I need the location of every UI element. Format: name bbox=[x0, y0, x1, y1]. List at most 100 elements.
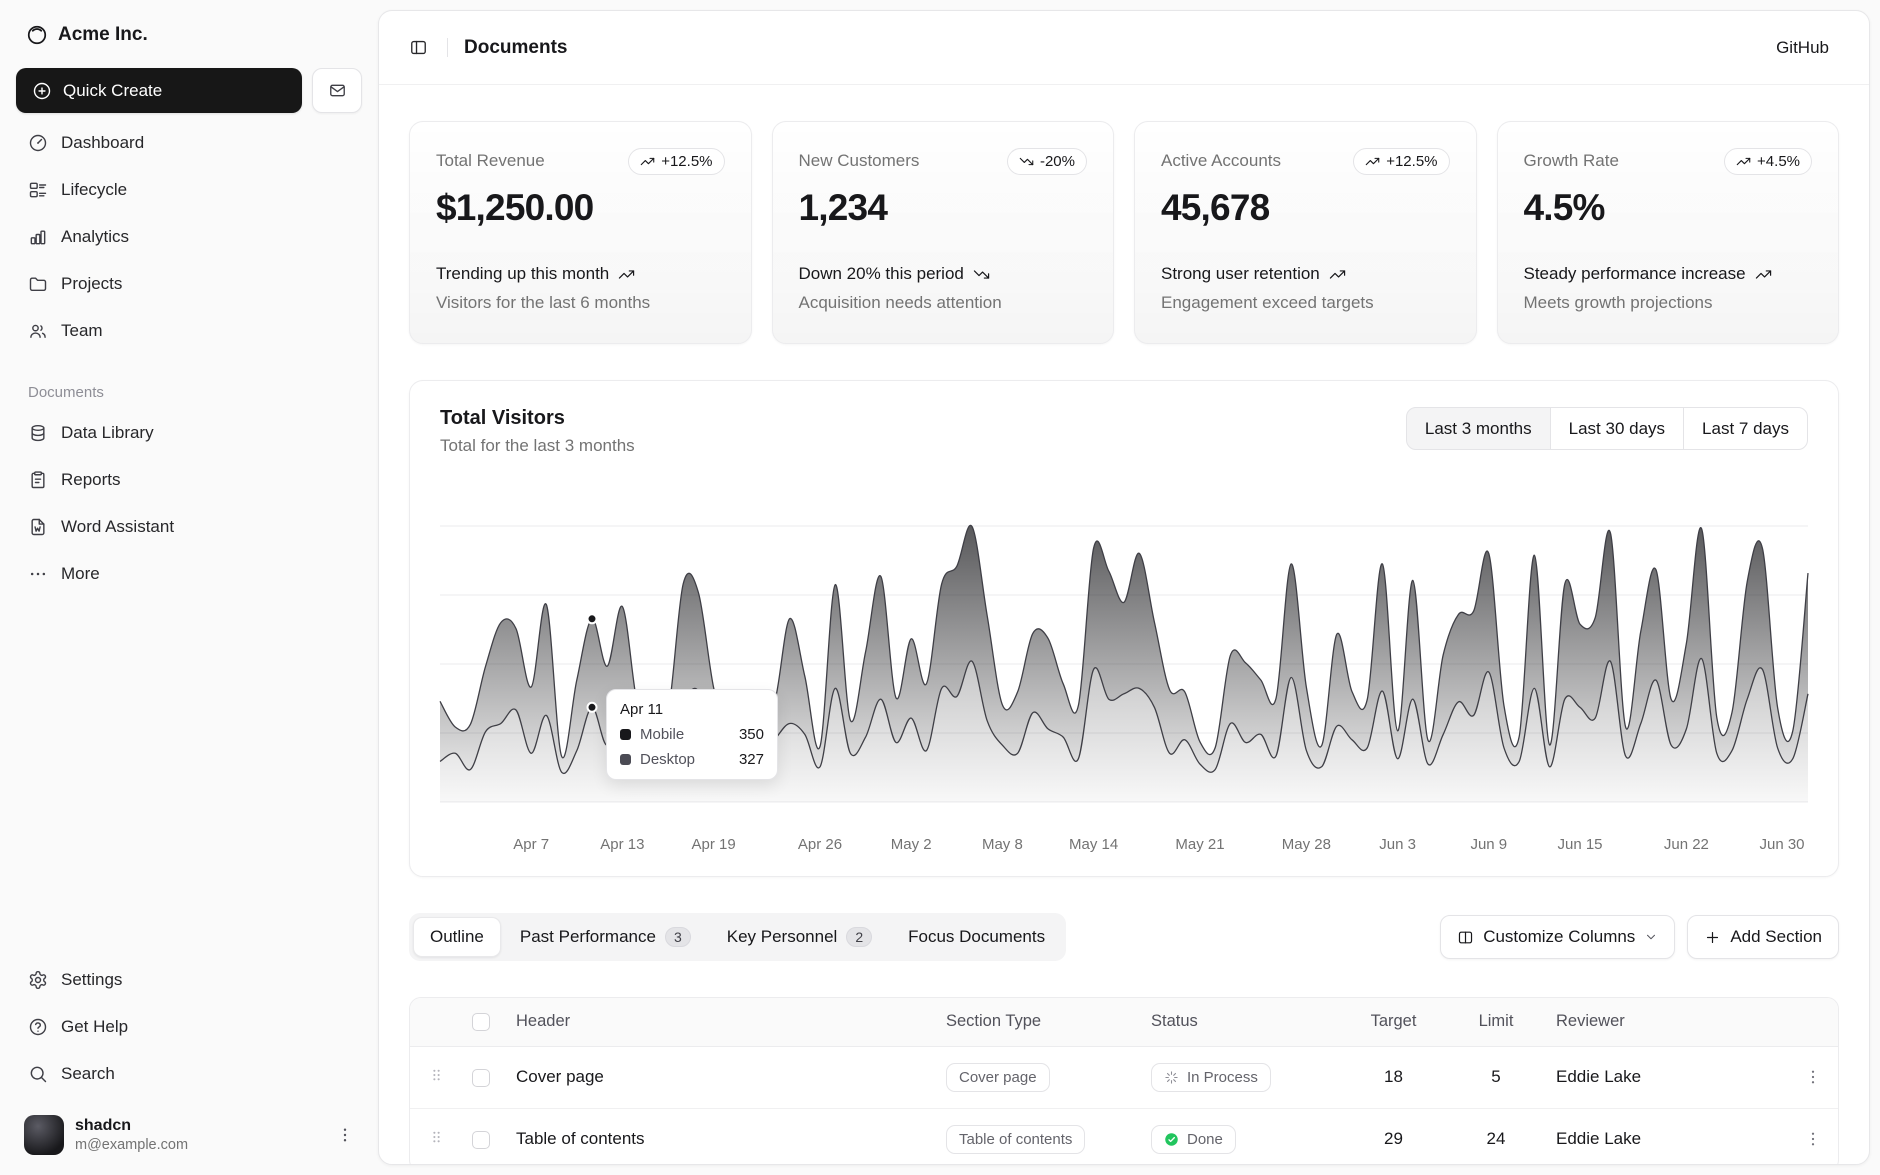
inbox-button[interactable] bbox=[312, 68, 362, 113]
tab-focus-documents[interactable]: Focus Documents bbox=[891, 917, 1062, 957]
stat-footer-title: Down 20% this period bbox=[799, 263, 1088, 285]
stats-grid: Total Revenue +12.5% $1,250.00 Trending … bbox=[409, 121, 1839, 344]
mobile-swatch bbox=[620, 729, 631, 740]
select-all-checkbox[interactable] bbox=[472, 1013, 490, 1031]
user-meta: shadcn m@example.com bbox=[75, 1117, 188, 1153]
visitors-card: Total Visitors Total for the last 3 mont… bbox=[409, 380, 1839, 877]
target-cell[interactable]: 18 bbox=[1341, 1046, 1446, 1108]
quick-create-label: Quick Create bbox=[63, 81, 162, 101]
x-axis-label: Apr 7 bbox=[513, 836, 549, 853]
reviewer-cell[interactable]: Eddie Lake bbox=[1546, 1108, 1786, 1165]
quick-create-row: Quick Create bbox=[16, 68, 362, 113]
sidebar-item-search[interactable]: Search bbox=[16, 1050, 362, 1097]
sidebar-item-dashboard[interactable]: Dashboard bbox=[16, 119, 362, 166]
stat-footer-title: Steady performance increase bbox=[1524, 263, 1813, 285]
panel-left-icon bbox=[409, 38, 428, 57]
range-last-7-days[interactable]: Last 7 days bbox=[1683, 407, 1808, 450]
x-axis-label: May 14 bbox=[1069, 836, 1118, 853]
sidebar-item-more[interactable]: More bbox=[16, 550, 362, 597]
sidebar-item-data-library[interactable]: Data Library bbox=[16, 409, 362, 456]
x-axis-label: Jun 15 bbox=[1557, 836, 1602, 853]
report-icon bbox=[28, 470, 48, 490]
x-axis-label: Jun 9 bbox=[1470, 836, 1507, 853]
x-axis-label: Jun 3 bbox=[1379, 836, 1416, 853]
tab-key-personnel[interactable]: Key Personnel2 bbox=[710, 917, 889, 957]
x-axis-label: Apr 26 bbox=[798, 836, 842, 853]
drag-handle-icon[interactable] bbox=[428, 1127, 445, 1147]
quick-create-button[interactable]: Quick Create bbox=[16, 68, 302, 113]
user-email: m@example.com bbox=[75, 1137, 188, 1153]
column-header: Target bbox=[1341, 998, 1446, 1046]
analytics-icon bbox=[28, 227, 48, 247]
trend-badge: +4.5% bbox=[1724, 148, 1812, 175]
trending-up-icon bbox=[1365, 154, 1380, 169]
folder-icon bbox=[28, 274, 48, 294]
stat-label: New Customers bbox=[799, 148, 920, 171]
sidebar-item-settings[interactable]: Settings bbox=[16, 956, 362, 1003]
trending-up-icon bbox=[1736, 154, 1751, 169]
sidebar-item-analytics[interactable]: Analytics bbox=[16, 213, 362, 260]
stat-card-new-customers: New Customers -20% 1,234 Down 20% this p… bbox=[772, 121, 1115, 344]
content: Total Revenue +12.5% $1,250.00 Trending … bbox=[379, 85, 1869, 1165]
word-file-icon bbox=[28, 517, 48, 537]
main-panel: Documents GitHub Total Revenue +12.5% $1… bbox=[378, 10, 1870, 1165]
stat-card-active-accounts: Active Accounts +12.5% 45,678 Strong use… bbox=[1134, 121, 1477, 344]
row-checkbox[interactable] bbox=[472, 1131, 490, 1149]
visitors-area-chart[interactable]: Apr 11 Mobile 350 Desktop 327 bbox=[440, 486, 1808, 826]
tab-past-performance[interactable]: Past Performance3 bbox=[503, 917, 708, 957]
x-axis-label: Apr 13 bbox=[600, 836, 644, 853]
limit-cell[interactable]: 5 bbox=[1446, 1046, 1546, 1108]
row-checkbox[interactable] bbox=[472, 1069, 490, 1087]
brand-button[interactable]: Acme Inc. bbox=[16, 12, 362, 58]
actions-column-header bbox=[1786, 998, 1838, 1046]
plus-icon bbox=[1704, 929, 1721, 946]
select-column-header bbox=[462, 998, 506, 1046]
range-last-30-days[interactable]: Last 30 days bbox=[1550, 407, 1684, 450]
tooltip-row-mobile: Mobile 350 bbox=[620, 726, 764, 743]
database-icon bbox=[28, 423, 48, 443]
limit-cell[interactable]: 24 bbox=[1446, 1108, 1546, 1165]
stat-footer-sub: Visitors for the last 6 months bbox=[436, 293, 725, 313]
user-menu[interactable]: shadcn m@example.com bbox=[16, 1107, 362, 1163]
x-axis: Apr 7Apr 13Apr 19Apr 26May 2May 8May 14M… bbox=[440, 828, 1808, 858]
brand-name: Acme Inc. bbox=[58, 24, 148, 46]
stat-value: 4.5% bbox=[1524, 187, 1813, 229]
header-cell[interactable]: Cover page bbox=[506, 1046, 936, 1108]
sidebar-item-team[interactable]: Team bbox=[16, 307, 362, 354]
stat-value: 1,234 bbox=[799, 187, 1088, 229]
trending-up-icon bbox=[618, 266, 635, 283]
sidebar: Acme Inc. Quick Create Dashboard Lifecyc… bbox=[0, 0, 378, 1175]
header-divider bbox=[447, 38, 448, 57]
sidebar-item-word-assistant[interactable]: Word Assistant bbox=[16, 503, 362, 550]
table-row: Table of contents Table of contents Done… bbox=[410, 1108, 1838, 1165]
tab-outline[interactable]: Outline bbox=[413, 917, 501, 957]
sidebar-item-get-help[interactable]: Get Help bbox=[16, 1003, 362, 1050]
drag-handle-icon[interactable] bbox=[428, 1065, 445, 1085]
range-last-3-months[interactable]: Last 3 months bbox=[1406, 407, 1551, 450]
status-badge: Done bbox=[1151, 1125, 1236, 1154]
table-toolbar: Outline Past Performance3 Key Personnel2… bbox=[409, 913, 1839, 961]
trending-down-icon bbox=[973, 266, 990, 283]
sidebar-item-lifecycle[interactable]: Lifecycle bbox=[16, 166, 362, 213]
x-axis-label: May 28 bbox=[1282, 836, 1331, 853]
columns-icon bbox=[1457, 929, 1474, 946]
sidebar-item-projects[interactable]: Projects bbox=[16, 260, 362, 307]
dots-vertical-icon bbox=[336, 1126, 354, 1144]
row-actions-button[interactable] bbox=[1796, 1060, 1830, 1094]
loader-icon bbox=[1164, 1070, 1179, 1085]
github-link[interactable]: GitHub bbox=[1764, 30, 1841, 66]
reviewer-cell[interactable]: Eddie Lake bbox=[1546, 1046, 1786, 1108]
customize-columns-button[interactable]: Customize Columns bbox=[1440, 915, 1675, 959]
stat-label: Growth Rate bbox=[1524, 148, 1619, 171]
stat-label: Total Revenue bbox=[436, 148, 545, 171]
header-cell[interactable]: Table of contents bbox=[506, 1108, 936, 1165]
row-actions-button[interactable] bbox=[1796, 1122, 1830, 1156]
sidebar-toggle-button[interactable] bbox=[399, 29, 437, 67]
stat-footer-sub: Acquisition needs attention bbox=[799, 293, 1088, 313]
section-type-badge: Cover page bbox=[946, 1063, 1050, 1092]
tab-count-badge: 3 bbox=[665, 927, 691, 947]
target-cell[interactable]: 29 bbox=[1341, 1108, 1446, 1165]
chart-title: Total Visitors bbox=[440, 407, 635, 430]
sidebar-item-reports[interactable]: Reports bbox=[16, 456, 362, 503]
add-section-button[interactable]: Add Section bbox=[1687, 915, 1839, 959]
